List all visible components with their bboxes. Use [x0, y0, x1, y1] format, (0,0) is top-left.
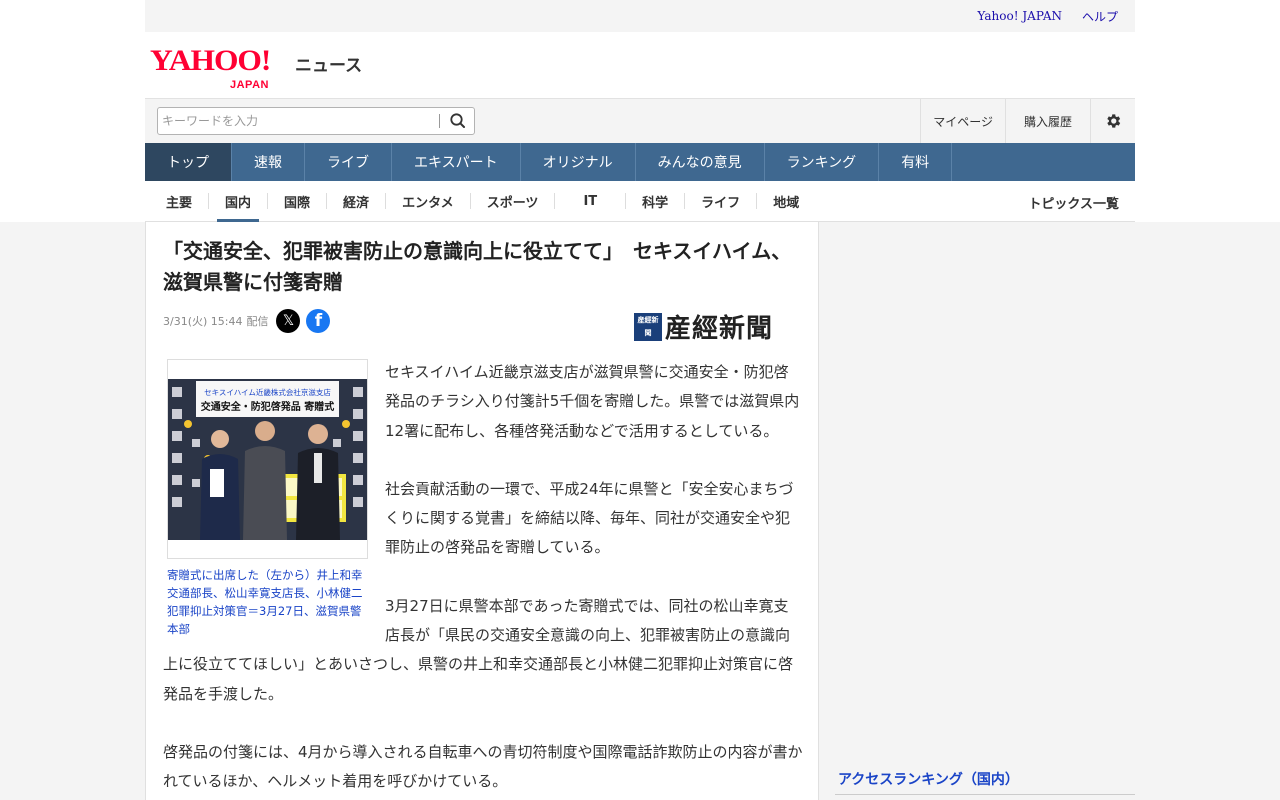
- article-title: 「交通安全、犯罪被害防止の意識向上に役立てて」 セキスイハイム、滋賀県警に付箋寄…: [163, 239, 792, 294]
- help-link[interactable]: ヘルプ: [1082, 8, 1118, 25]
- gear-icon: [1107, 114, 1121, 128]
- category-life[interactable]: ライフ: [684, 193, 756, 211]
- publisher-mark-char: 産: [637, 315, 645, 324]
- yahoo-japan-link[interactable]: Yahoo! JAPAN: [977, 9, 1062, 23]
- top-utility-bar: Yahoo! JAPAN ヘルプ: [145, 0, 1135, 32]
- account-links: マイページ 購入履歴: [920, 99, 1135, 143]
- access-ranking-divider: [835, 794, 1135, 795]
- logo-yahoo-text: YAHOO!: [150, 44, 271, 77]
- search-box: [157, 107, 475, 135]
- publisher-mark-char: 經: [644, 315, 652, 324]
- main-nav-original[interactable]: オリジナル: [521, 143, 636, 181]
- main-nav-top[interactable]: トップ: [145, 143, 232, 181]
- category-nav: 主要 国内 国際 経済 エンタメ スポーツ IT 科学 ライフ 地域 トピックス…: [145, 181, 1135, 222]
- settings-button[interactable]: [1090, 99, 1135, 143]
- category-science[interactable]: 科学: [625, 193, 684, 211]
- publisher-mark: 産 經 新 聞: [634, 312, 662, 341]
- search-button[interactable]: [448, 112, 468, 130]
- topics-list-link[interactable]: トピックス一覧: [1028, 193, 1119, 212]
- publisher-logo[interactable]: 産 經 新 聞 産經新聞: [634, 308, 773, 345]
- category-main[interactable]: 主要: [150, 193, 208, 211]
- main-nav-expert[interactable]: エキスパート: [392, 143, 521, 181]
- main-nav-live[interactable]: ライブ: [305, 143, 392, 181]
- mypage-link[interactable]: マイページ: [920, 99, 1005, 143]
- category-entertainment[interactable]: エンタメ: [385, 193, 470, 211]
- yahoo-news-logo[interactable]: YAHOO! JAPAN ニュース: [150, 46, 362, 92]
- purchase-history-link[interactable]: 購入履歴: [1004, 99, 1090, 143]
- main-nav-breaking[interactable]: 速報: [232, 143, 305, 181]
- main-nav-ranking[interactable]: ランキング: [765, 143, 880, 181]
- search-divider: [439, 114, 440, 128]
- article-meta: 3/31(火) 15:44 配信 𝕏 f: [163, 309, 331, 333]
- logo-news-text: ニュース: [295, 56, 363, 76]
- publisher-mark-char: 聞: [644, 328, 652, 337]
- share-facebook-button[interactable]: f: [306, 309, 331, 333]
- article-date: 3/31(火) 15:44: [163, 315, 243, 328]
- search-row: マイページ 購入履歴: [145, 98, 1135, 143]
- category-it[interactable]: IT: [554, 193, 625, 209]
- category-domestic[interactable]: 国内: [208, 193, 267, 222]
- access-ranking-title[interactable]: アクセスランキング（国内）: [838, 769, 1019, 789]
- facebook-icon: f: [314, 311, 323, 331]
- article-delivered: 配信: [246, 315, 269, 328]
- header: Yahoo! JAPAN ヘルプ YAHOO! JAPAN ニュース マイページ…: [145, 0, 1135, 222]
- main-nav: トップ 速報 ライブ エキスパート オリジナル みんなの意見 ランキング 有料: [145, 143, 1135, 181]
- article: 「交通安全、犯罪被害防止の意識向上に役立てて」 セキスイハイム、滋賀県警に付箋寄…: [145, 222, 819, 800]
- search-icon: [450, 113, 465, 128]
- main-nav-paid[interactable]: 有料: [879, 143, 953, 181]
- share-x-button[interactable]: 𝕏: [276, 309, 301, 333]
- photo-spacer: [163, 358, 385, 636]
- logo-japan-text: JAPAN: [230, 79, 269, 91]
- article-paragraph: 啓発品の付箋には、4月から導入される自転車への青切符制度や国際電話詐欺防止の内容…: [163, 742, 803, 791]
- article-body: セキスイハイム近畿京滋支店が滋賀県警に交通安全・防犯啓発品のチラシ入り付箋計5千…: [163, 358, 803, 800]
- search-input[interactable]: [162, 111, 432, 131]
- x-icon: 𝕏: [282, 313, 295, 329]
- category-region[interactable]: 地域: [756, 193, 815, 211]
- main-nav-opinions[interactable]: みんなの意見: [636, 143, 765, 181]
- category-economy[interactable]: 経済: [326, 193, 385, 211]
- publisher-mark-char: 新: [651, 315, 659, 324]
- category-international[interactable]: 国際: [267, 193, 326, 211]
- publisher-name: 産經新聞: [665, 314, 774, 344]
- category-sports[interactable]: スポーツ: [469, 193, 555, 211]
- logo-row: YAHOO! JAPAN ニュース: [145, 32, 1135, 98]
